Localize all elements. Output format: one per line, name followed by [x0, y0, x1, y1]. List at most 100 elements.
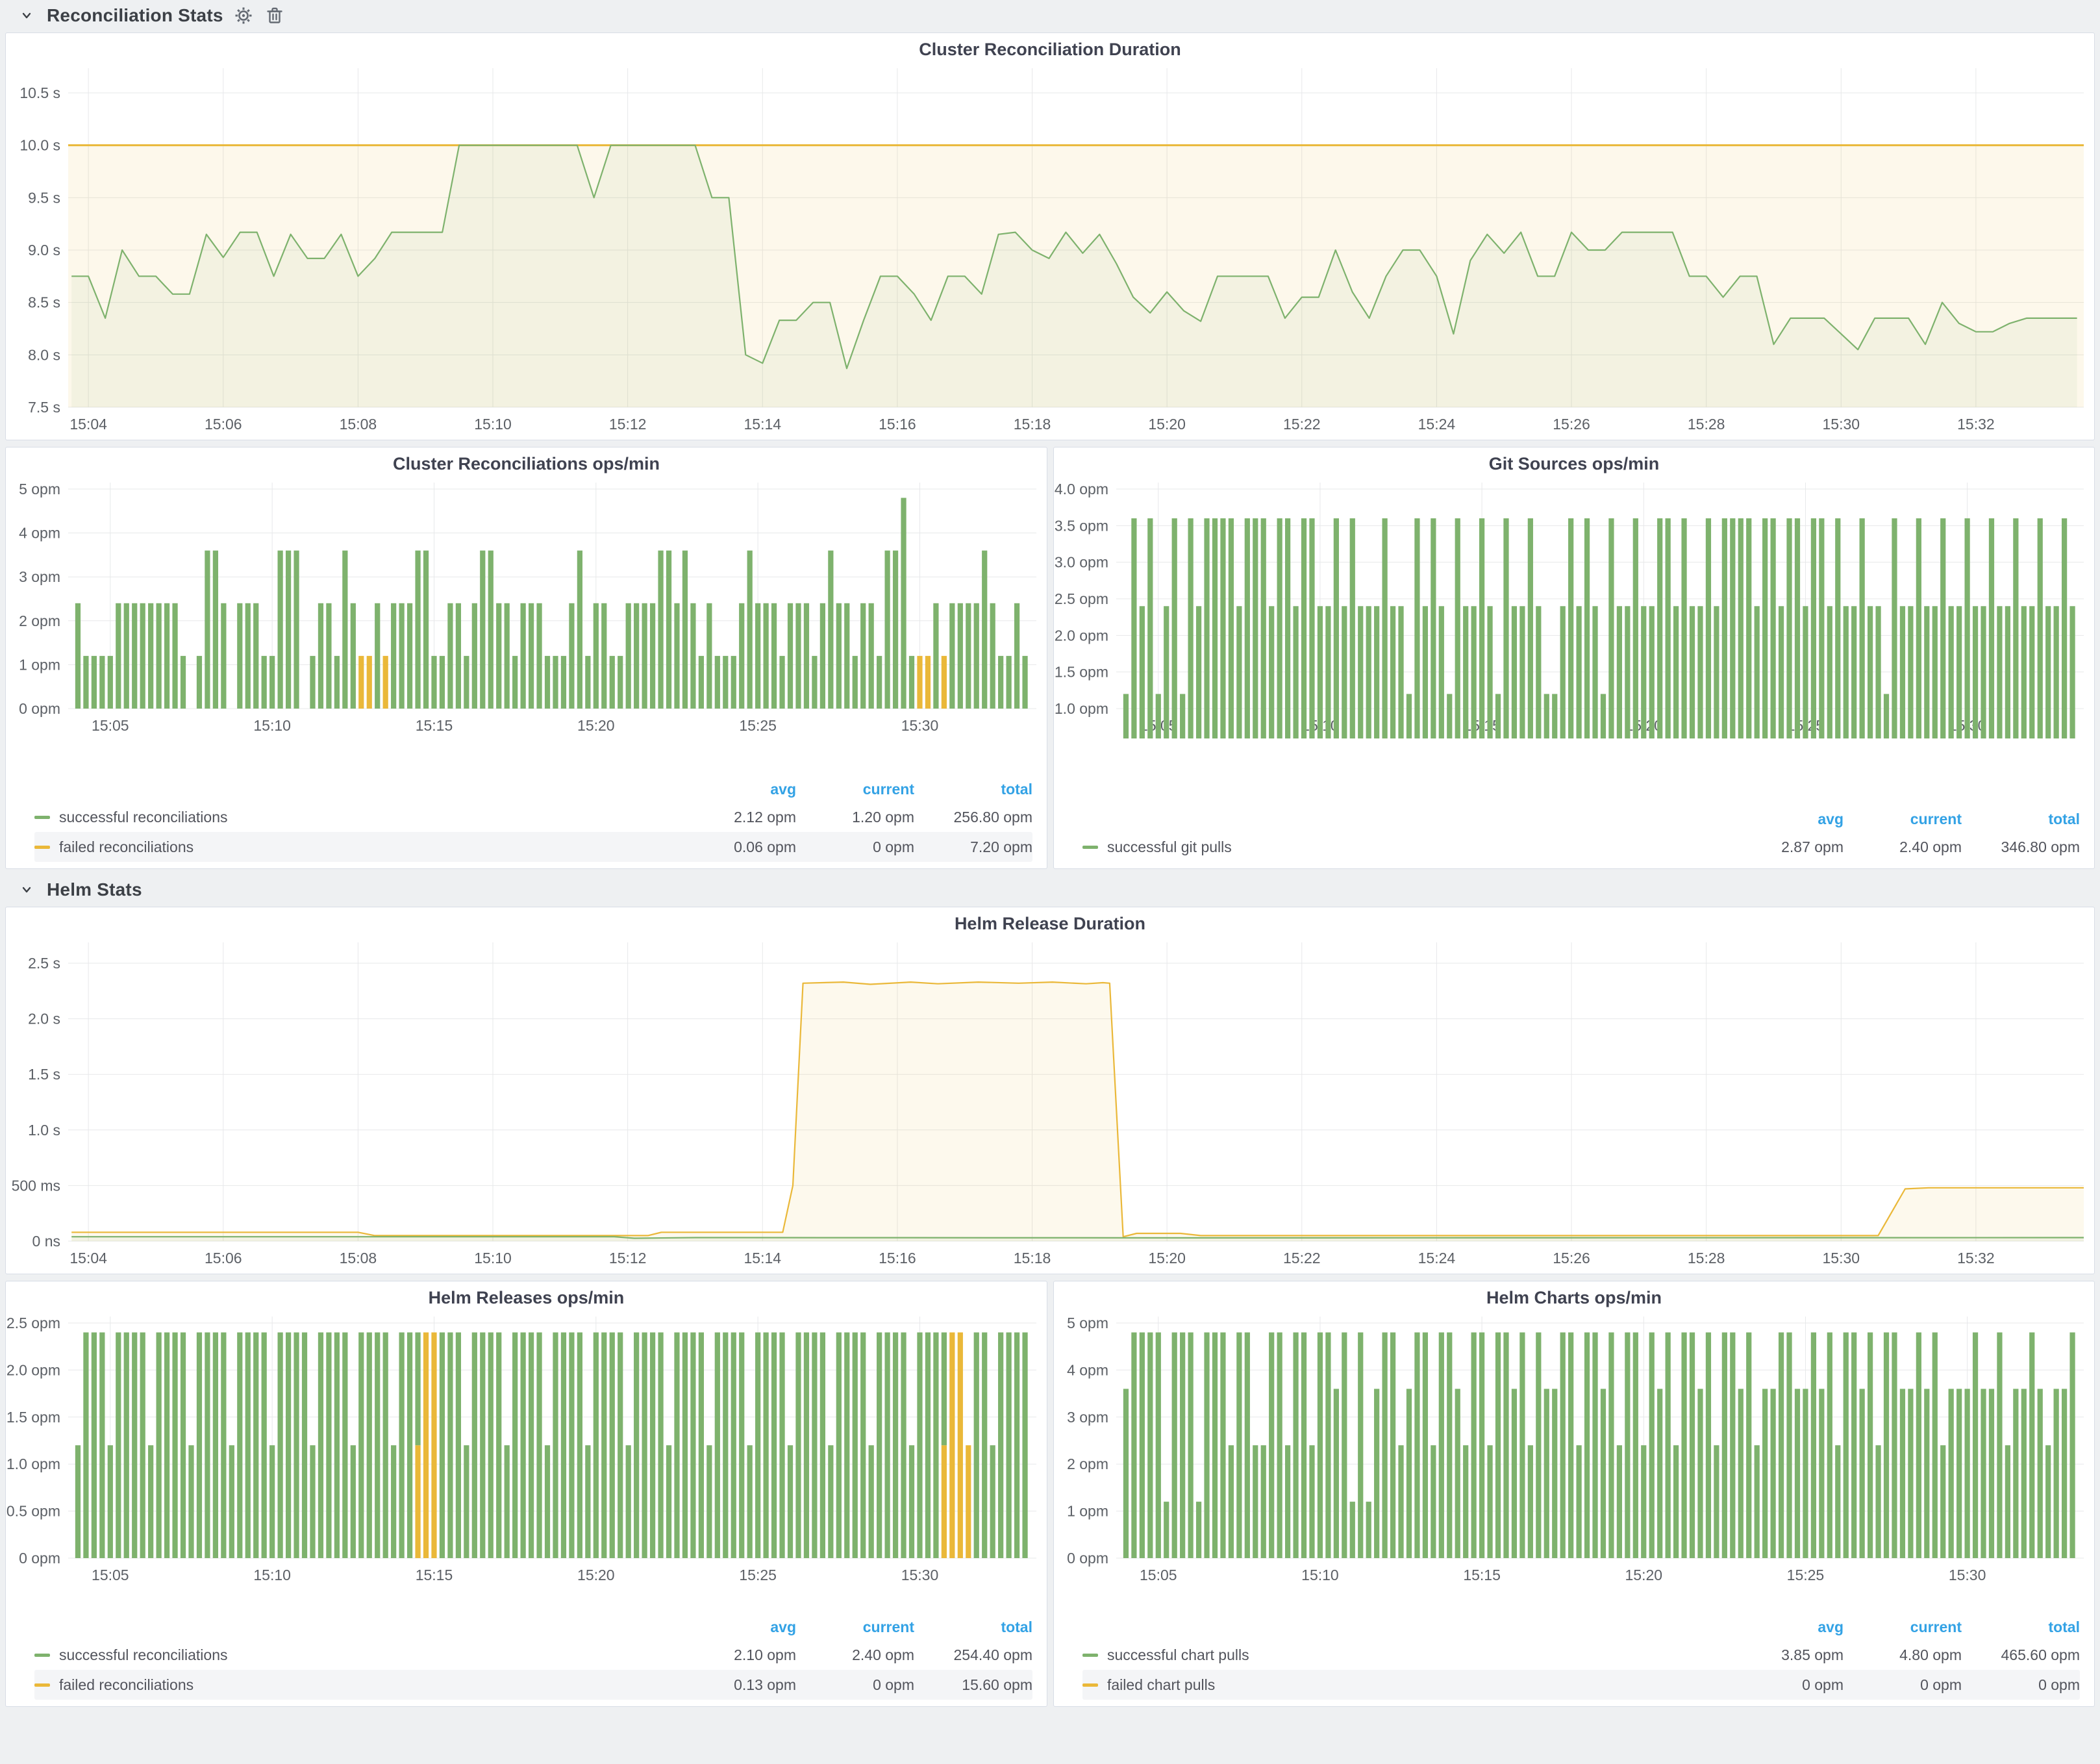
legend-header-current[interactable]: current — [1844, 1619, 1962, 1636]
svg-text:15:16: 15:16 — [879, 1250, 916, 1266]
svg-text:15:20: 15:20 — [1625, 1567, 1662, 1583]
legend-series-successful-reconciliations[interactable]: successful reconciliations — [34, 809, 678, 826]
legend-header-avg[interactable]: avg — [678, 1619, 796, 1636]
legend-series-label[interactable]: successful reconciliations — [59, 809, 228, 826]
legend-row-successful-reconciliations: successful reconciliations2.12 opm1.20 o… — [34, 802, 1032, 832]
svg-text:1 opm: 1 opm — [1067, 1503, 1108, 1520]
legend-header-avg[interactable]: avg — [1725, 1619, 1844, 1636]
svg-text:9.5 s: 9.5 s — [28, 189, 60, 206]
svg-text:15:20: 15:20 — [577, 1567, 615, 1583]
legend-value-total: 15.60 opm — [914, 1676, 1032, 1694]
legend-header-total[interactable]: total — [914, 1619, 1032, 1636]
chevron-down-icon[interactable] — [16, 879, 38, 901]
graph-helm-releases-opm[interactable]: 15:0515:1015:1515:2015:2515:300 opm0.5 o… — [6, 1313, 1047, 1588]
section-header-reconciliation-stats[interactable]: Reconciliation Stats — [0, 1, 2100, 30]
svg-text:15:05: 15:05 — [92, 1567, 129, 1583]
svg-text:15:16: 15:16 — [879, 416, 916, 433]
legend-row-successful-chart-pulls: successful chart pulls3.85 opm4.80 opm46… — [1082, 1640, 2080, 1670]
svg-text:10.0 s: 10.0 s — [19, 137, 60, 154]
panel-title[interactable]: Git Sources ops/min — [1054, 447, 2094, 479]
legend-cluster-reconciliations: avgcurrenttotalsuccessful reconciliation… — [6, 774, 1047, 868]
svg-text:2.0 s: 2.0 s — [28, 1011, 60, 1027]
svg-text:2 opm: 2 opm — [19, 612, 60, 629]
legend-header-avg[interactable]: avg — [678, 781, 796, 798]
svg-text:8.5 s: 8.5 s — [28, 294, 60, 311]
section-header-helm-stats[interactable]: Helm Stats — [0, 876, 2100, 904]
chevron-down-icon[interactable] — [16, 5, 38, 27]
legend-series-successful-chart-pulls[interactable]: successful chart pulls — [1082, 1646, 1725, 1664]
legend-series-failed-reconciliations[interactable]: failed reconciliations — [34, 1676, 678, 1694]
svg-text:15:28: 15:28 — [1688, 416, 1725, 433]
legend-header-total[interactable]: total — [1962, 1619, 2080, 1636]
panel-title[interactable]: Cluster Reconciliation Duration — [6, 33, 2094, 64]
graph-helm-charts-opm[interactable]: 15:0515:1015:1515:2015:2515:300 opm1 opm… — [1054, 1313, 2094, 1588]
legend-header-total[interactable]: total — [914, 781, 1032, 798]
svg-text:4.0 opm: 4.0 opm — [1055, 481, 1108, 498]
legend-row-failed-reconciliations: failed reconciliations0.06 opm0 opm7.20 … — [34, 832, 1032, 862]
panel-title[interactable]: Helm Release Duration — [6, 907, 2094, 939]
legend-row-failed-reconciliations: failed reconciliations0.13 opm0 opm15.60… — [34, 1670, 1032, 1700]
legend-series-successful-reconciliations[interactable]: successful reconciliations — [34, 1646, 678, 1664]
legend-row-successful-git-pulls: successful git pulls2.87 opm2.40 opm346.… — [1082, 832, 2080, 862]
svg-text:15:18: 15:18 — [1014, 416, 1051, 433]
legend-series-label[interactable]: failed reconciliations — [59, 1676, 194, 1694]
svg-text:2.0 opm: 2.0 opm — [1055, 627, 1108, 644]
legend-series-label[interactable]: successful git pulls — [1107, 838, 1232, 856]
svg-text:15:25: 15:25 — [739, 717, 777, 734]
panel-title[interactable]: Cluster Reconciliations ops/min — [6, 447, 1047, 479]
legend-value-total: 0 opm — [1962, 1676, 2080, 1694]
legend-header-current[interactable]: current — [796, 1619, 914, 1636]
legend-helm-releases: avgcurrenttotal successful reconciliation… — [6, 1611, 1047, 1706]
svg-text:15:12: 15:12 — [609, 1250, 647, 1266]
legend-series-failed-reconciliations[interactable]: failed reconciliations — [34, 838, 678, 856]
legend-row-failed-chart-pulls: failed chart pulls0 opm0 opm0 opm — [1082, 1670, 2080, 1700]
legend-series-label[interactable]: successful reconciliations — [59, 1646, 228, 1664]
svg-text:15:12: 15:12 — [609, 416, 647, 433]
legend-series-successful-git-pulls[interactable]: successful git pulls — [1082, 838, 1725, 856]
legend-value-current: 0 opm — [796, 1676, 914, 1694]
svg-text:15:32: 15:32 — [1957, 416, 1995, 433]
panel-title[interactable]: Helm Charts ops/min — [1054, 1281, 2094, 1313]
series-color-dash — [34, 1683, 50, 1687]
svg-text:9.0 s: 9.0 s — [28, 242, 60, 258]
svg-text:15:30: 15:30 — [1822, 1250, 1860, 1266]
legend-series-label[interactable]: failed chart pulls — [1107, 1676, 1215, 1694]
legend-header-row: avgcurrenttotal — [1082, 806, 2080, 832]
svg-text:2.5 s: 2.5 s — [28, 955, 60, 972]
svg-text:1.0 opm: 1.0 opm — [1055, 700, 1108, 717]
legend-header-row: avgcurrenttotal — [34, 776, 1032, 802]
legend-value-total: 465.60 opm — [1962, 1646, 2080, 1664]
svg-text:15:15: 15:15 — [416, 717, 453, 734]
legend-series-label[interactable]: failed reconciliations — [59, 838, 194, 856]
svg-text:15:04: 15:04 — [69, 1250, 107, 1266]
svg-text:15:08: 15:08 — [340, 1250, 377, 1266]
legend-header-row: avgcurrenttotal — [34, 1614, 1032, 1640]
trash-icon[interactable] — [264, 5, 286, 27]
svg-text:15:30: 15:30 — [1822, 416, 1860, 433]
legend-value-avg: 0 opm — [1725, 1676, 1844, 1694]
legend-value-current: 4.80 opm — [1844, 1646, 1962, 1664]
gear-icon[interactable] — [232, 5, 255, 27]
legend-row-successful-reconciliations: successful reconciliations2.10 opm2.40 o… — [34, 1640, 1032, 1670]
legend-value-total: 254.40 opm — [914, 1646, 1032, 1664]
panel-cluster-reconciliations-opm: Cluster Reconciliations ops/min 15:0515:… — [5, 447, 1047, 869]
graph-cluster-reconciliation-duration[interactable]: 15:0415:0615:0815:1015:1215:1415:1615:18… — [6, 64, 2094, 437]
legend-header-total[interactable]: total — [1962, 811, 2080, 828]
panel-title[interactable]: Helm Releases ops/min — [6, 1281, 1047, 1313]
svg-text:15:05: 15:05 — [1140, 1567, 1177, 1583]
svg-text:15:28: 15:28 — [1688, 1250, 1725, 1266]
legend-header-current[interactable]: current — [1844, 811, 1962, 828]
legend-header-current[interactable]: current — [796, 781, 914, 798]
graph-helm-release-duration[interactable]: 15:0415:0615:0815:1015:1215:1415:1615:18… — [6, 939, 2094, 1271]
svg-text:1.5 opm: 1.5 opm — [1055, 664, 1108, 681]
legend-series-failed-chart-pulls[interactable]: failed chart pulls — [1082, 1676, 1725, 1694]
graph-git-sources-opm[interactable]: 15:0515:1015:1515:2015:2515:301.0 opm1.5… — [1054, 479, 2094, 738]
legend-series-label[interactable]: successful chart pulls — [1107, 1646, 1249, 1664]
svg-text:2.0 opm: 2.0 opm — [6, 1361, 60, 1378]
legend-header-avg[interactable]: avg — [1725, 811, 1844, 828]
graph-cluster-reconciliations-opm[interactable]: 15:0515:1015:1515:2015:2515:300 opm1 opm… — [6, 479, 1047, 738]
svg-text:3 opm: 3 opm — [1067, 1409, 1108, 1426]
series-color-dash — [1082, 1683, 1098, 1687]
legend-value-avg: 2.10 opm — [678, 1646, 796, 1664]
svg-text:0 opm: 0 opm — [1067, 1550, 1108, 1567]
